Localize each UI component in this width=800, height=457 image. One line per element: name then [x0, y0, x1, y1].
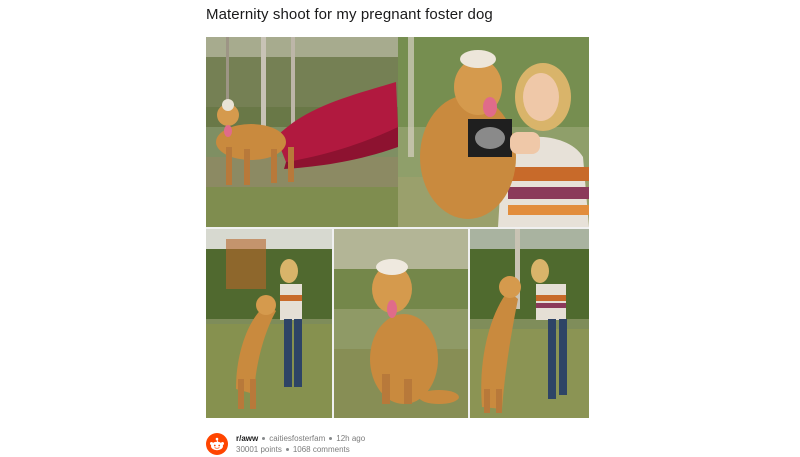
post-title[interactable]: Maternity shoot for my pregnant foster d…	[206, 6, 493, 23]
photo-dog-red-fabric[interactable]	[206, 37, 398, 227]
photo-woman-dog-ultrasound[interactable]	[398, 37, 589, 227]
post-meta: r/aww caitiesfosterfam 12h ago 30001 poi…	[206, 431, 365, 457]
points-count: 30001 points	[236, 445, 282, 454]
post-age: 12h ago	[336, 434, 366, 443]
meta-line-top: r/aww caitiesfosterfam 12h ago	[236, 433, 365, 444]
reddit-alien-icon[interactable]	[206, 433, 228, 455]
comments-link[interactable]: 1068 comments	[293, 444, 350, 455]
meta-line-bottom: 30001 points 1068 comments	[236, 444, 365, 455]
separator-dot	[329, 437, 333, 440]
author-link[interactable]: caitiesfosterfam	[269, 433, 325, 444]
separator-dot	[285, 448, 289, 451]
photo-dog-kissing-woman[interactable]	[470, 229, 589, 418]
subreddit-link[interactable]: r/aww	[236, 433, 258, 444]
separator-dot	[262, 437, 266, 440]
reddit-post: Maternity shoot for my pregnant foster d…	[0, 0, 800, 457]
photo-dog-jumping-woman[interactable]	[206, 229, 332, 418]
photo-dog-sitting-flower-crown[interactable]	[334, 229, 468, 418]
photo-collage[interactable]	[206, 37, 589, 418]
